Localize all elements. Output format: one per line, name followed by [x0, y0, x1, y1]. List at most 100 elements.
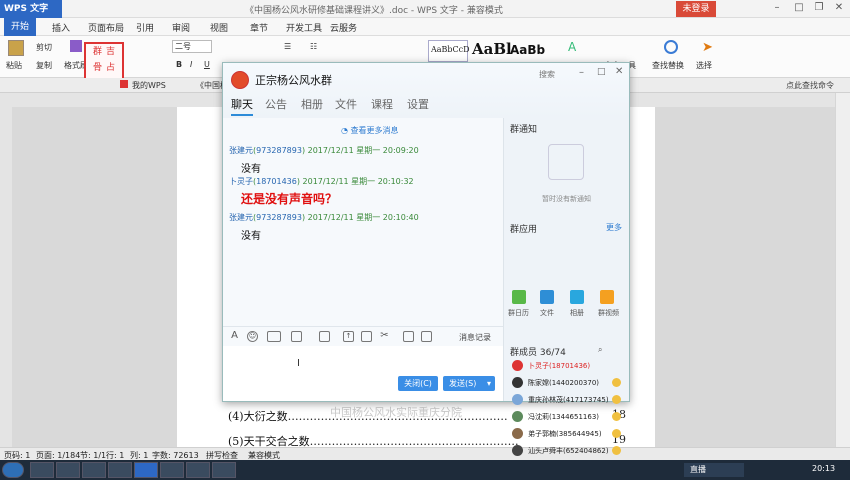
select-button[interactable]: 选择: [696, 60, 712, 71]
file-icon[interactable]: [540, 290, 554, 304]
file-icon[interactable]: [403, 331, 414, 342]
command-search[interactable]: 点此查找命令: [786, 80, 834, 91]
restore-icon[interactable]: ❐: [812, 1, 826, 15]
avatar[interactable]: [512, 360, 523, 371]
taskbar-app[interactable]: [160, 462, 184, 478]
menu-item-insert[interactable]: 插入: [52, 21, 70, 34]
brush-icon[interactable]: [70, 40, 82, 52]
image-icon[interactable]: [319, 331, 330, 342]
tab-course[interactable]: 课程: [371, 96, 393, 112]
taskbar-app[interactable]: [56, 462, 80, 478]
tab-my-wps[interactable]: 我的WPS: [132, 80, 166, 91]
paste-icon[interactable]: [8, 40, 24, 56]
tab-settings[interactable]: 设置: [407, 96, 429, 112]
maximize-icon[interactable]: □: [597, 67, 606, 77]
close-chat-button[interactable]: 关闭(C): [398, 376, 438, 391]
avatar[interactable]: [512, 394, 523, 405]
emoji-icon[interactable]: ☺: [247, 331, 258, 342]
style-heading1[interactable]: AaBl: [472, 40, 512, 62]
live-stream-button[interactable]: 直播: [684, 463, 744, 477]
taskbar-wps[interactable]: [134, 462, 158, 478]
header-search[interactable]: 搜索: [539, 69, 555, 80]
member-name[interactable]: 冯沈莉(1344651163): [528, 412, 599, 422]
font-icon[interactable]: A: [229, 331, 240, 342]
more-messages-link[interactable]: ◔ 查看更多消息: [341, 125, 399, 136]
avatar[interactable]: [512, 411, 523, 422]
apps-more-link[interactable]: 更多: [606, 222, 622, 233]
start-icon[interactable]: [2, 462, 24, 478]
sender-qq[interactable]: 973287893: [256, 213, 302, 222]
sender-name[interactable]: 张建元: [229, 146, 253, 155]
text-tools-icon[interactable]: A: [568, 40, 582, 54]
cut-button[interactable]: 剪切: [36, 42, 52, 53]
minimize-icon[interactable]: –: [579, 67, 584, 78]
minimize-icon[interactable]: –: [770, 1, 784, 15]
paste-label[interactable]: 粘贴: [6, 60, 22, 71]
more-tools-icon[interactable]: [421, 331, 432, 342]
login-button[interactable]: 未登录: [676, 1, 716, 17]
scissors-icon[interactable]: ✂: [379, 331, 390, 342]
cursor-select-icon[interactable]: ➤: [702, 40, 713, 55]
album-icon[interactable]: [570, 290, 584, 304]
tab-files[interactable]: 文件: [335, 96, 357, 112]
avatar[interactable]: [512, 377, 523, 388]
calendar-icon[interactable]: [512, 290, 526, 304]
wps-logo[interactable]: WPS 文字: [0, 0, 62, 18]
sender-name[interactable]: 张建元: [229, 213, 253, 222]
sender-qq[interactable]: 973287893: [256, 146, 302, 155]
chevron-down-icon[interactable]: ▾: [487, 376, 491, 391]
numbered-list-icon[interactable]: ☷: [310, 42, 317, 51]
taskbar-app[interactable]: [108, 462, 132, 478]
bullet-list-icon[interactable]: ☰: [284, 42, 291, 51]
avatar[interactable]: [512, 445, 523, 456]
font-size-select[interactable]: 二号: [172, 40, 212, 53]
taskbar-app[interactable]: [186, 462, 210, 478]
tab-announcement[interactable]: 公告: [265, 96, 287, 112]
close-icon[interactable]: ✕: [832, 1, 846, 15]
group-avatar[interactable]: [231, 71, 249, 89]
member-search-icon[interactable]: ⌕: [598, 345, 602, 355]
video-icon[interactable]: [600, 290, 614, 304]
upload-icon[interactable]: ↑: [343, 331, 354, 342]
menu-item-chapter[interactable]: 章节: [250, 21, 268, 34]
qq-group-window[interactable]: 正宗杨公风水群 搜索 – □ ✕ 聊天 公告 相册 文件 课程 设置 ◔ 查看更…: [222, 62, 630, 456]
sender-qq[interactable]: 18701436: [256, 177, 297, 186]
taskbar-app[interactable]: [30, 462, 54, 478]
italic-button[interactable]: I: [190, 60, 192, 69]
taskbar-app[interactable]: [82, 462, 106, 478]
delete-icon[interactable]: [361, 331, 372, 342]
menu-item-reference[interactable]: 引用: [136, 21, 154, 34]
message-input[interactable]: I: [223, 346, 503, 401]
close-icon[interactable]: ✕: [615, 66, 623, 77]
menu-item-view[interactable]: 视图: [210, 21, 228, 34]
menu-item-review[interactable]: 审阅: [172, 21, 190, 34]
copy-button[interactable]: 复制: [36, 60, 52, 71]
find-replace-button[interactable]: 查找替换: [652, 60, 684, 71]
member-name[interactable]: 弟子郭楠(385644945): [528, 429, 602, 439]
screenshot-icon[interactable]: [291, 331, 302, 342]
search-icon[interactable]: [664, 40, 678, 54]
avatar[interactable]: [512, 428, 523, 439]
underline-button[interactable]: U: [204, 60, 210, 69]
message-meta: 卜灵子(18701436) 2017/12/11 星期一 20:10:32: [229, 177, 414, 186]
send-button[interactable]: 发送(S) ▾: [443, 376, 495, 391]
vertical-scrollbar[interactable]: [835, 93, 850, 447]
maximize-icon[interactable]: □: [792, 1, 806, 15]
message-history-button[interactable]: 消息记录: [459, 332, 491, 343]
taskbar-app[interactable]: [212, 462, 236, 478]
member-name[interactable]: 重庆孙林茂(417173745): [528, 395, 609, 405]
tab-chat[interactable]: 聊天: [231, 96, 253, 116]
menu-item-cloud[interactable]: 云服务: [330, 21, 357, 34]
menu-item-start[interactable]: 开始: [4, 18, 36, 36]
tab-album[interactable]: 相册: [301, 96, 323, 112]
member-name[interactable]: 陈家嫦(1440200370): [528, 378, 599, 388]
menu-item-layout[interactable]: 页面布局: [88, 21, 124, 34]
member-name[interactable]: 卜灵子(18701436): [528, 361, 590, 371]
chat-history[interactable]: ◔ 查看更多消息 张建元(973287893) 2017/12/11 星期一 2…: [223, 118, 503, 326]
member-name[interactable]: 汕头卢舜丰(652404862): [528, 446, 609, 456]
menu-item-devtools[interactable]: 开发工具: [286, 21, 322, 34]
style-normal[interactable]: AaBbCcD: [428, 40, 470, 62]
gif-icon[interactable]: [267, 331, 281, 342]
bold-button[interactable]: B: [176, 60, 182, 69]
sender-name[interactable]: 卜灵子: [229, 177, 253, 186]
